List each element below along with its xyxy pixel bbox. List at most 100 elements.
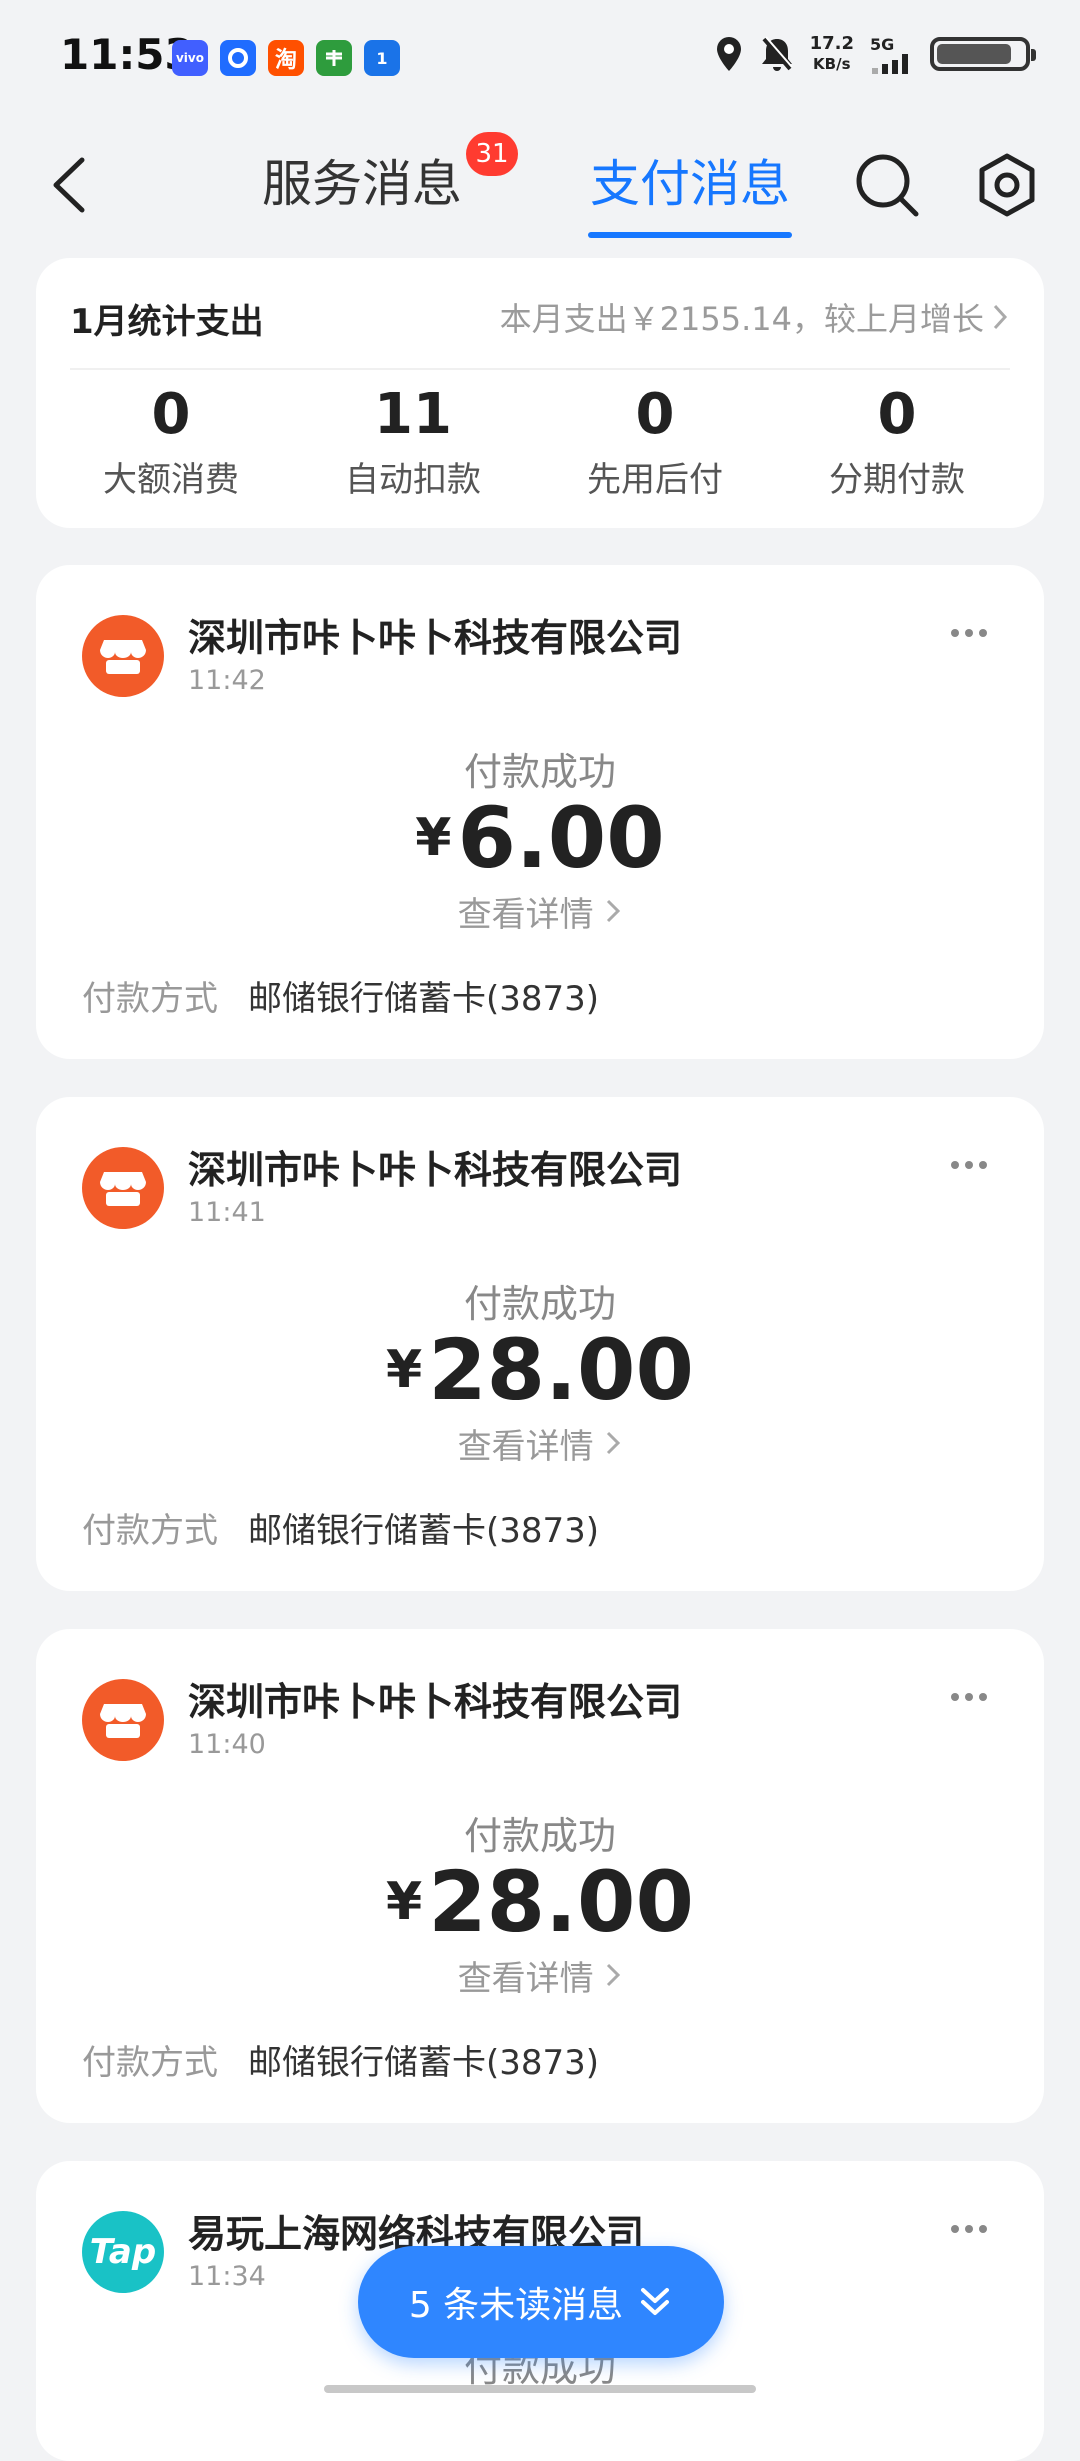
stat-auto-debit[interactable]: 11 自动扣款 <box>292 382 534 501</box>
payment-method-row: 付款方式 邮储银行储蓄卡(3873) <box>82 971 599 1020</box>
stat-label: 分期付款 <box>829 460 965 500</box>
payment-message-card[interactable]: 深圳市咔卜咔卜科技有限公司 11:41 付款成功 ¥28.00 查看详情 付款方… <box>36 1097 1044 1591</box>
amount-value: 6.00 <box>457 789 665 887</box>
silent-bell-icon <box>761 36 793 71</box>
view-details-link[interactable]: 查看详情 <box>36 1951 1044 2000</box>
settings-button[interactable] <box>972 150 1042 220</box>
payment-method-value: 邮储银行储蓄卡(3873) <box>248 1511 600 1551</box>
payment-status: 付款成功 <box>463 1282 616 1326</box>
taobao-app-icon: 淘 <box>268 40 304 76</box>
stats-summary-text: 本月支出￥2155.14，较上月增长 <box>499 300 984 338</box>
back-button[interactable] <box>42 150 102 220</box>
view-details-link[interactable]: 查看详情 <box>36 1419 1044 1468</box>
vivo-app-icon: vivo <box>172 40 208 76</box>
view-details-link[interactable]: 查看详情 <box>36 887 1044 936</box>
stats-title: 1月统计支出 <box>70 302 264 342</box>
unread-messages-button[interactable]: 5 条未读消息 <box>358 2246 724 2358</box>
status-indicators: 17.2 KB/s 5G <box>714 34 1036 74</box>
currency-symbol: ¥ <box>386 1340 423 1400</box>
network-speed-value: 17.2 <box>809 33 854 54</box>
search-icon <box>856 154 919 217</box>
message-time: 11:34 <box>188 2261 266 2292</box>
payment-amount: ¥28.00 <box>36 1321 1044 1419</box>
message-time: 11:40 <box>188 1729 266 1760</box>
merchant-name: 深圳市咔卜咔卜科技有限公司 <box>188 1680 683 1724</box>
tab-service-messages[interactable]: 服务消息 <box>262 144 462 216</box>
message-time: 11:41 <box>188 1197 266 1228</box>
payment-message-card[interactable]: 深圳市咔卜咔卜科技有限公司 11:40 付款成功 ¥28.00 查看详情 付款方… <box>36 1629 1044 2123</box>
unread-badge: 31 <box>466 132 518 176</box>
stat-label: 大额消费 <box>103 460 239 500</box>
signal-group: 5G <box>870 35 914 74</box>
gear-icon <box>979 153 1035 217</box>
merchant-name: 深圳市咔卜咔卜科技有限公司 <box>188 616 683 660</box>
chevron-right-icon <box>607 1963 621 1987</box>
payment-amount: ¥6.00 <box>36 789 1044 887</box>
payment-method-row: 付款方式 邮储银行储蓄卡(3873) <box>82 2035 599 2084</box>
stat-large-purchase[interactable]: 0 大额消费 <box>50 382 292 501</box>
top-nav: 服务消息 31 支付消息 <box>0 120 1080 250</box>
payment-amount: ¥28.00 <box>36 1853 1044 1951</box>
chevron-right-icon <box>607 899 621 923</box>
browser-app-icon <box>220 40 256 76</box>
stats-summary-link[interactable]: 本月支出￥2155.14，较上月增长 <box>500 294 1010 340</box>
more-options-button[interactable] <box>944 1687 994 1707</box>
payment-status: 付款成功 <box>463 750 616 794</box>
double-chevron-down-icon <box>641 2288 670 2315</box>
tab-payment-messages[interactable]: 支付消息 <box>590 144 790 216</box>
view-details-label: 查看详情 <box>457 1427 594 1467</box>
more-options-button[interactable] <box>944 2219 994 2239</box>
signal-icon <box>872 53 908 74</box>
location-icon <box>716 37 741 71</box>
divider <box>70 368 1010 370</box>
stat-installment[interactable]: 0 分期付款 <box>776 382 1018 501</box>
amount-value: 28.00 <box>428 1853 694 1951</box>
network-type: 5G <box>870 34 895 54</box>
more-options-button[interactable] <box>944 1155 994 1175</box>
stat-value: 0 <box>877 382 917 447</box>
stat-label: 自动扣款 <box>345 460 481 500</box>
payment-method-value: 邮储银行储蓄卡(3873) <box>248 979 600 1019</box>
stat-value: 11 <box>374 382 452 447</box>
stat-value: 0 <box>635 382 675 447</box>
message-time: 11:42 <box>188 665 266 696</box>
amount-value: 28.00 <box>428 1321 694 1419</box>
merchant-name: 深圳市咔卜咔卜科技有限公司 <box>188 1148 683 1192</box>
status-bar: 11:53 vivo 淘 1 17.2 KB/s 5G <box>0 0 1080 120</box>
unread-messages-label: 5 条未读消息 <box>408 2285 624 2326</box>
chevron-right-icon <box>993 304 1008 330</box>
chevron-left-icon <box>53 157 85 213</box>
payment-message-card[interactable]: 深圳市咔卜咔卜科技有限公司 11:42 付款成功 ¥6.00 查看详情 付款方式… <box>36 565 1044 1059</box>
taptap-logo-icon: Tap <box>82 2211 164 2293</box>
stats-row: 0 大额消费 11 自动扣款 0 先用后付 0 分期付款 <box>36 382 1044 501</box>
store-icon <box>82 615 164 697</box>
payment-method-label: 付款方式 <box>82 2043 218 2083</box>
view-details-label: 查看详情 <box>457 1959 594 1999</box>
more-options-button[interactable] <box>944 623 994 643</box>
stat-value: 0 <box>151 382 191 447</box>
search-button[interactable] <box>852 150 922 220</box>
postal-app-icon <box>316 40 352 76</box>
monthly-stats-card: 1月统计支出 本月支出￥2155.14，较上月增长 0 大额消费 11 自动扣款… <box>36 258 1044 528</box>
payment-method-label: 付款方式 <box>82 1511 218 1551</box>
network-speed-unit: KB/s <box>813 55 851 73</box>
currency-symbol: ¥ <box>415 808 452 868</box>
nfc-app-icon: 1 <box>364 40 400 76</box>
home-indicator[interactable] <box>324 2385 756 2393</box>
active-tab-indicator <box>588 232 792 238</box>
status-app-icons: vivo 淘 1 <box>172 40 400 76</box>
payment-method-label: 付款方式 <box>82 979 218 1019</box>
store-icon <box>82 1679 164 1761</box>
stat-pay-later[interactable]: 0 先用后付 <box>534 382 776 501</box>
payment-method-value: 邮储银行储蓄卡(3873) <box>248 2043 600 2083</box>
payment-method-row: 付款方式 邮储银行储蓄卡(3873) <box>82 1503 599 1552</box>
store-icon <box>82 1147 164 1229</box>
payment-status: 付款成功 <box>463 1814 616 1858</box>
battery-icon <box>930 37 1036 71</box>
chevron-right-icon <box>607 1431 621 1455</box>
stat-label: 先用后付 <box>587 460 723 500</box>
view-details-label: 查看详情 <box>457 895 594 935</box>
taptap-logo-text: Tap <box>89 2232 157 2272</box>
network-speed: 17.2 KB/s <box>810 34 854 74</box>
currency-symbol: ¥ <box>386 1872 423 1932</box>
